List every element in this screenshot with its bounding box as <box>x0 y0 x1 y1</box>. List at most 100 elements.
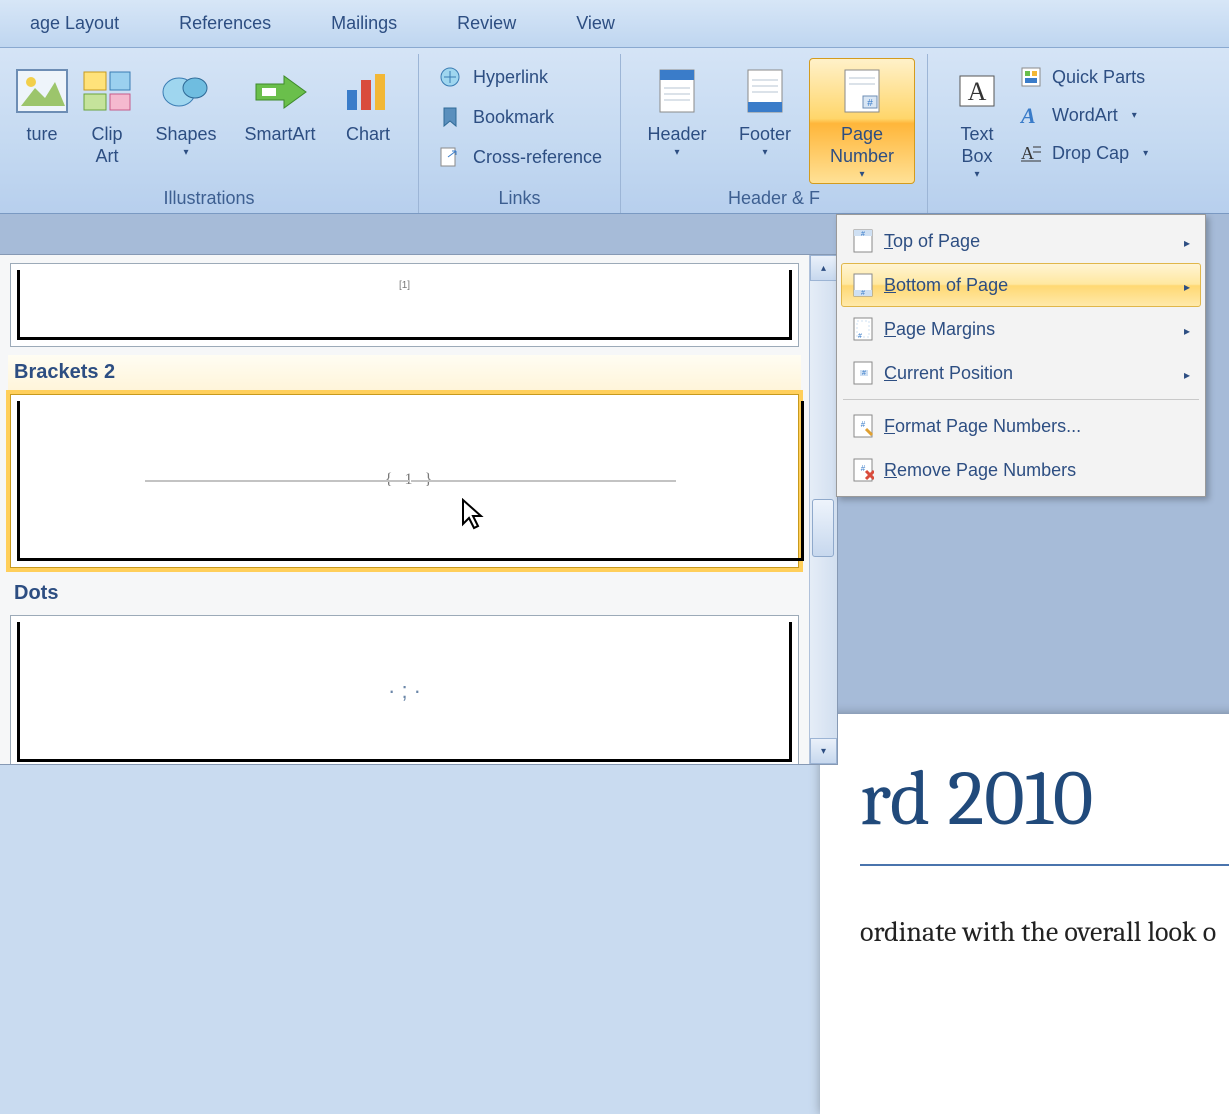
smartart-label: SmartArt <box>244 123 315 145</box>
remove-page-numbers-icon: # <box>842 457 884 483</box>
svg-text:#: # <box>861 231 865 238</box>
submenu-arrow-icon <box>1184 319 1190 340</box>
bookmark-icon <box>437 104 463 130</box>
dots-preview: · ; · <box>388 678 421 704</box>
crossref-icon <box>437 144 463 170</box>
document-title: rd 2010 <box>860 754 1229 866</box>
menu-page-margins[interactable]: # Page Margins <box>841 307 1201 351</box>
header-icon <box>649 63 705 119</box>
svg-text:#: # <box>861 464 866 473</box>
current-position-icon: # <box>842 360 884 386</box>
svg-text:#: # <box>867 98 873 109</box>
hyperlink-button[interactable]: Hyperlink <box>437 64 602 90</box>
svg-text:A: A <box>968 77 987 106</box>
svg-text:#: # <box>862 370 866 377</box>
clipart-button[interactable]: Clip Art <box>72 58 142 184</box>
tab-references[interactable]: References <box>149 5 301 42</box>
tab-mailings[interactable]: Mailings <box>301 5 427 42</box>
svg-text:#: # <box>861 420 866 429</box>
wordart-label: WordArt <box>1052 105 1118 126</box>
textbox-button[interactable]: A Text Box ▾ <box>940 58 1014 184</box>
crossref-label: Cross-reference <box>473 147 602 168</box>
tab-page-layout[interactable]: age Layout <box>0 5 149 42</box>
scroll-thumb[interactable] <box>812 499 834 557</box>
bookmark-label: Bookmark <box>473 107 554 128</box>
page-number-button[interactable]: # Page Number ▾ <box>809 58 915 184</box>
submenu-arrow-icon <box>1184 363 1190 384</box>
smartart-button[interactable]: SmartArt <box>230 58 330 184</box>
top-of-page-icon: # <box>842 228 884 254</box>
dropcap-icon: A <box>1018 140 1044 166</box>
page-number-menu: # Top of Page # Bottom of Page # Page Ma… <box>836 214 1206 497</box>
textbox-label: Text Box <box>961 123 994 167</box>
gallery-scrollbar[interactable]: ▴ ▾ <box>809 255 837 764</box>
footer-icon <box>737 63 793 119</box>
format-page-numbers-icon: # <box>842 413 884 439</box>
page-margins-icon: # <box>842 316 884 342</box>
footer-dropdown-arrow: ▾ <box>763 147 768 158</box>
menu-top-of-page[interactable]: # Top of Page <box>841 219 1201 263</box>
menu-remove-label: Remove Page Numbers <box>884 460 1190 481</box>
submenu-arrow-icon <box>1184 275 1190 296</box>
group-illustrations-label: Illustrations <box>12 186 406 211</box>
group-links-label: Links <box>431 186 608 211</box>
chart-label: Chart <box>346 123 390 145</box>
page-number-gallery: [1] Brackets 2 { 1 } Dots · ; · ▴ ▾ <box>0 254 838 765</box>
header-dropdown-arrow: ▾ <box>675 147 680 158</box>
hyperlink-label: Hyperlink <box>473 67 548 88</box>
menu-bottom-of-page[interactable]: # Bottom of Page <box>841 263 1201 307</box>
dropcap-label: Drop Cap <box>1052 143 1129 164</box>
crossref-button[interactable]: Cross-reference <box>437 144 602 170</box>
page-number-dropdown-arrow: ▾ <box>860 169 865 180</box>
menu-remove-page-numbers[interactable]: # Remove Page Numbers <box>841 448 1201 492</box>
picture-icon <box>14 63 70 119</box>
hyperlink-icon <box>437 64 463 90</box>
scroll-down-button[interactable]: ▾ <box>810 738 837 764</box>
quickparts-icon <box>1018 64 1044 90</box>
bookmark-button[interactable]: Bookmark <box>437 104 602 130</box>
svg-text:A: A <box>1019 103 1036 127</box>
group-headerfooter: Header ▾ Footer ▾ # Page Number ▾ Header… <box>621 54 928 213</box>
shapes-dropdown-arrow: ▾ <box>183 147 188 158</box>
svg-text:#: # <box>858 333 862 340</box>
menu-separator <box>843 399 1199 400</box>
wordart-button[interactable]: A WordArt <box>1018 102 1148 128</box>
shapes-label: Shapes <box>155 123 216 145</box>
menu-bottom-label: Bottom of Page <box>884 275 1184 296</box>
header-button[interactable]: Header ▾ <box>633 58 721 184</box>
menu-margins-label: Page Margins <box>884 319 1184 340</box>
clipart-icon <box>79 63 135 119</box>
submenu-arrow-icon <box>1184 231 1190 252</box>
page-number-icon: # <box>834 63 890 119</box>
tab-review[interactable]: Review <box>427 5 546 42</box>
quickparts-label: Quick Parts <box>1052 67 1145 88</box>
group-text: A Text Box ▾ Quick Parts A WordArt A Dro… <box>928 54 1164 213</box>
wordart-icon: A <box>1018 102 1044 128</box>
picture-button[interactable]: ture <box>12 58 72 184</box>
ribbon: ture Clip Art Shapes ▾ SmartArt <box>0 48 1229 214</box>
menu-format-page-numbers[interactable]: # Format Page Numbers... <box>841 404 1201 448</box>
menu-current-position[interactable]: # Current Position <box>841 351 1201 395</box>
group-illustrations: ture Clip Art Shapes ▾ SmartArt <box>0 54 419 213</box>
gallery-item-previous[interactable]: [1] <box>10 263 799 347</box>
group-links: Hyperlink Bookmark Cross-reference Links <box>419 54 621 213</box>
quickparts-button[interactable]: Quick Parts <box>1018 64 1148 90</box>
chart-button[interactable]: Chart <box>330 58 406 184</box>
shapes-icon <box>158 63 214 119</box>
svg-text:A: A <box>1021 143 1034 163</box>
menu-top-label: Top of Page <box>884 231 1184 252</box>
footer-button[interactable]: Footer ▾ <box>721 58 809 184</box>
menu-current-label: Current Position <box>884 363 1184 384</box>
tab-view[interactable]: View <box>546 5 645 42</box>
gallery-header-brackets2: Brackets 2 <box>8 355 801 394</box>
scroll-up-button[interactable]: ▴ <box>810 255 837 281</box>
shapes-button[interactable]: Shapes ▾ <box>142 58 230 184</box>
clipart-label: Clip Art <box>91 123 122 167</box>
gallery-item-dots[interactable]: · ; · <box>10 615 799 764</box>
gallery-item-brackets2[interactable]: { 1 } <box>10 394 799 568</box>
textbox-dropdown-arrow: ▾ <box>975 169 980 180</box>
page-number-label: Page Number <box>830 123 894 167</box>
document-page[interactable]: rd 2010 ordinate with the overall look o <box>820 714 1229 1114</box>
dropcap-button[interactable]: A Drop Cap <box>1018 140 1148 166</box>
svg-text:#: # <box>861 290 865 297</box>
